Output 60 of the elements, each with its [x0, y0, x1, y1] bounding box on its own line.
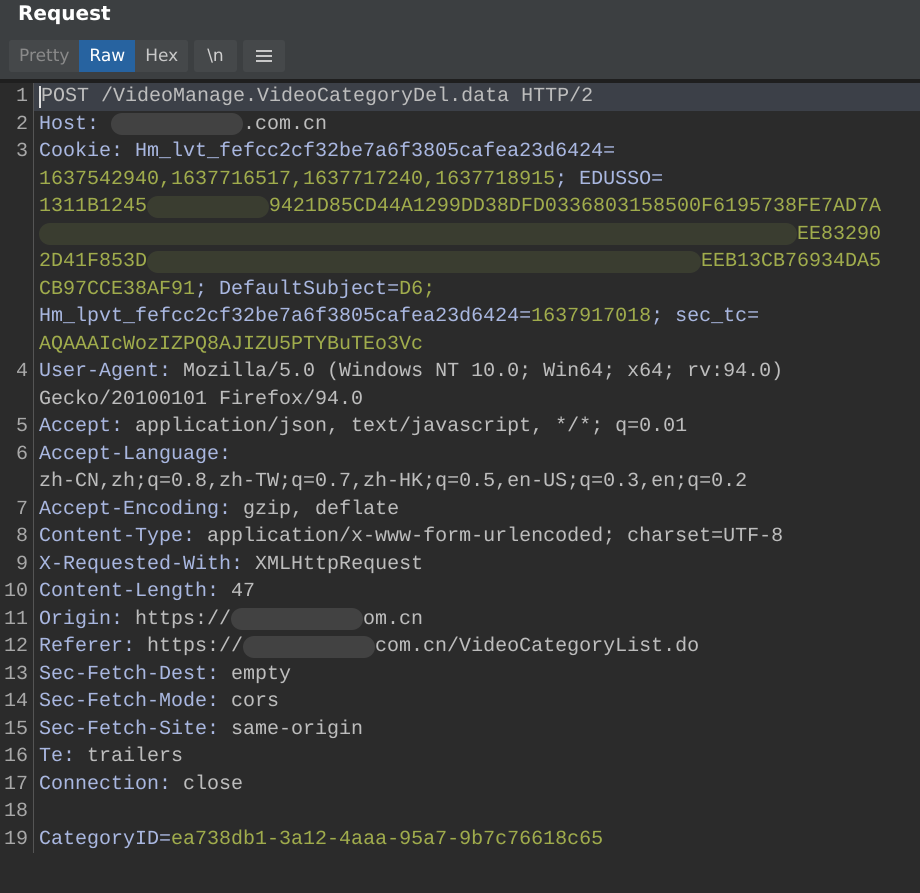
code-text: Referer:	[39, 634, 136, 660]
code-line: CategoryID=ea738db1-3a12-4aaa-95a7-9b7c76618c65	[39, 826, 604, 852]
line-number: 1	[16, 85, 28, 108]
line-number: 13	[4, 662, 28, 686]
line-number: 8	[16, 525, 28, 548]
code-line: Cookie: Hm_lvt_fefcc2cf32be7a6f3805cafea23d6424=	[39, 139, 616, 165]
code-text: 1311B1245	[39, 194, 148, 220]
code-line: Content-Length: 47	[39, 579, 256, 605]
newline-toggle-button[interactable]: \n	[194, 40, 237, 72]
line-number: 9	[16, 552, 28, 576]
code-text: EE83290	[796, 222, 881, 248]
line-number: 14	[4, 690, 28, 713]
code-text: https://	[147, 634, 244, 660]
code-text: com.cn/VideoCategoryList.do	[375, 634, 700, 660]
code-line: AQAAAIcWozIZPQ8AJIZU5PTYBuTEo3Vc	[39, 332, 424, 358]
code-line: Accept: application/json, text/javascript, */*; q=0.01	[39, 414, 688, 440]
menu-button[interactable]	[242, 40, 285, 72]
code-text: .com.cn	[243, 112, 328, 138]
code-text: https://	[135, 606, 232, 632]
code-line: Hm_lpvt_fefcc2cf32be7a6f3805cafea23d6424=1637917018; sec_tc=	[39, 304, 760, 330]
menu-icon	[256, 50, 272, 62]
code-text: om.cn	[363, 606, 424, 632]
text-cursor	[39, 86, 41, 108]
line-number: 11	[4, 608, 28, 630]
line-number: 17	[4, 772, 28, 796]
code-line: zh-CN,zh;q=0.8,zh-TW;q=0.7,zh-HK;q=0.5,en-US;q=0.3,en;q=0.2	[39, 469, 748, 495]
code-line: 1637542940,1637716517,1637717240,1637718915; EDUSSO=	[39, 166, 664, 192]
panel-title: Request	[18, 0, 112, 27]
code-line: Te: trailers	[39, 744, 184, 770]
line-number: 19	[4, 828, 28, 850]
line-number: 7	[16, 498, 28, 520]
code-line: POST /VideoManage.VideoCategoryDel.data HTTP/2	[41, 84, 594, 110]
code-line: Sec-Fetch-Mode: cors	[39, 689, 280, 715]
code-line: Accept-Language:	[39, 442, 232, 468]
code-text: 2D41F853D	[39, 249, 148, 275]
line-number: 5	[16, 415, 28, 438]
line-number: 15	[4, 718, 28, 740]
code-editor[interactable]	[0, 83, 920, 853]
line-number: 4	[16, 360, 28, 383]
line-number: 16	[4, 745, 28, 768]
code-text: EEB13CB76934DA5	[700, 249, 881, 275]
line-number: 10	[4, 580, 28, 603]
code-line: X-Requested-With: XMLHttpRequest	[39, 552, 424, 578]
code-line: Content-Type: application/x-www-form-urlencoded; charset=UTF-8	[39, 524, 784, 550]
code-text: 9421D85CD44A1299DD38DFD0336803158500F6195738FE7AD7A	[268, 194, 881, 220]
line-number: 3	[16, 140, 28, 163]
line-number: 12	[4, 635, 28, 658]
code-line: User-Agent: Mozilla/5.0 (Windows NT 10.0; Win64; x64; rv:94.0)	[39, 359, 784, 385]
line-number: 6	[16, 442, 28, 466]
code-text: Origin:	[39, 606, 124, 632]
code-line: CB97CCE38AF91; DefaultSubject=D6;	[39, 276, 436, 302]
view-tab[interactable]: Raw	[79, 40, 136, 72]
code-line: Connection: close	[39, 772, 244, 798]
code-line: Sec-Fetch-Site: same-origin	[39, 716, 364, 742]
code-line: Accept-Encoding: gzip, deflate	[39, 496, 400, 522]
code-line: Gecko/20100101 Firefox/94.0	[39, 386, 364, 412]
line-number: 2	[16, 112, 28, 136]
code-text: Host:	[39, 112, 100, 138]
code-line: Sec-Fetch-Dest: empty	[39, 662, 292, 688]
line-number: 18	[4, 800, 28, 823]
